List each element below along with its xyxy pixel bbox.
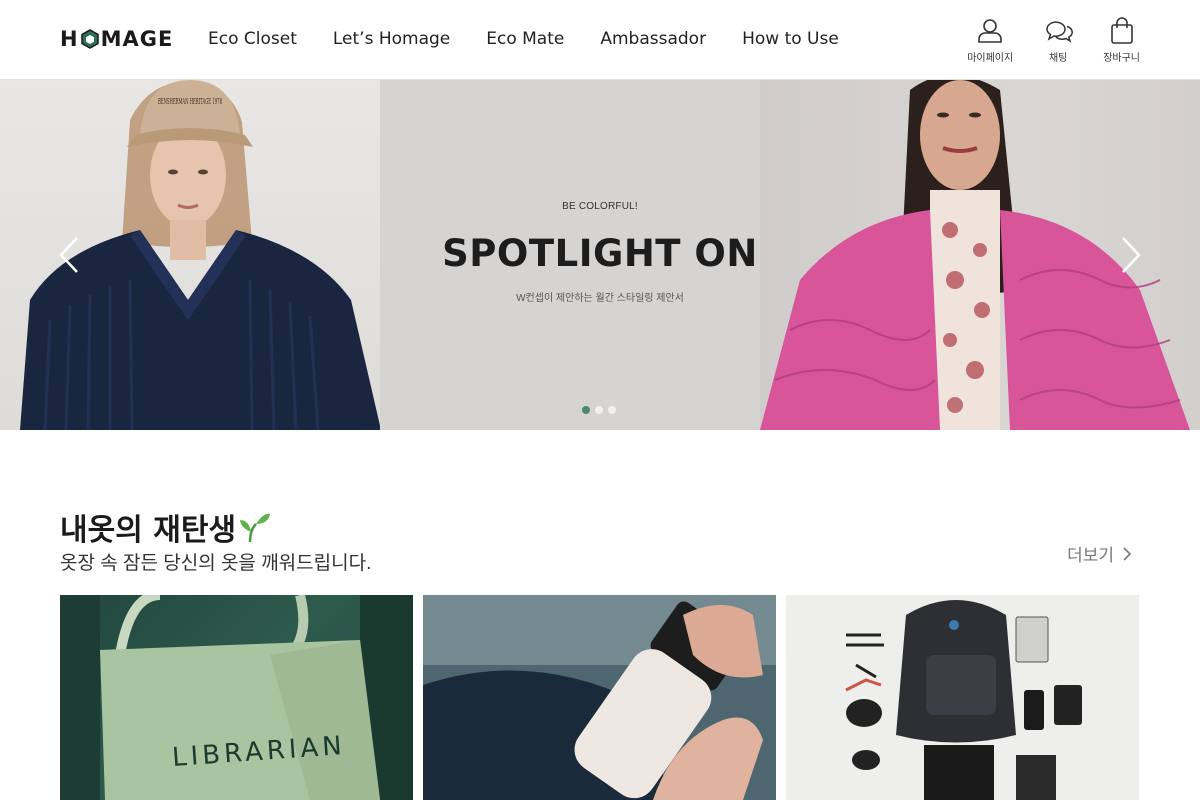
more-label: 더보기 <box>1067 546 1114 565</box>
main-nav: Eco Closet Let’s Homage Eco Mate Ambassa… <box>208 29 839 49</box>
cart-button[interactable]: 장바구니 <box>1103 16 1140 64</box>
sprout-icon <box>240 513 271 543</box>
chat-icon <box>1046 21 1074 43</box>
logo[interactable]: H MAGE <box>60 27 173 51</box>
banner-prev-button[interactable] <box>55 230 85 280</box>
chevron-left-icon <box>59 237 78 273</box>
mypage-button[interactable]: 마이페이지 <box>967 16 1013 64</box>
nav-ambassador[interactable]: Ambassador <box>600 29 706 49</box>
banner-eyebrow: BE COLORFUL! <box>562 201 638 212</box>
chat-button[interactable]: 채팅 <box>1043 16 1074 64</box>
product-card-bottle[interactable] <box>423 595 776 800</box>
hexagon-logo-icon <box>80 29 100 49</box>
mypage-label: 마이페이지 <box>967 53 1014 64</box>
section-title: 내옷의 재탄생 <box>60 505 272 549</box>
tote-bag-image <box>60 595 413 800</box>
chat-label: 채팅 <box>1048 53 1068 64</box>
user-icon <box>978 19 1002 43</box>
backpack-flatlay-image <box>786 595 1139 800</box>
pagination-dot-3[interactable] <box>608 406 616 414</box>
product-card-tote[interactable]: LIBRARIAN <box>60 595 413 800</box>
header-utilities: 마이페이지 채팅 장바구니 <box>967 16 1140 64</box>
banner-next-button[interactable] <box>1115 230 1145 280</box>
nav-lets-homage[interactable]: Let’s Homage <box>333 29 450 49</box>
section-subtitle: 옷장 속 잠든 당신의 옷을 깨워드립니다. <box>60 553 372 574</box>
site-header: H MAGE Eco Closet Let’s Homage Eco Mate … <box>0 0 1200 80</box>
product-card-backpack[interactable] <box>786 595 1139 800</box>
shopping-bag-icon <box>1110 17 1133 44</box>
banner-title: SPOTLIGHT ON <box>442 232 758 275</box>
hero-banner: BENSHERMAN HERITAGE 1978 BE COLORFUL! SP… <box>0 80 1200 430</box>
nav-eco-closet[interactable]: Eco Closet <box>208 29 297 49</box>
card-list: LIBRARIAN <box>60 595 1139 800</box>
nav-eco-mate[interactable]: Eco Mate <box>486 29 564 49</box>
water-bottle-image <box>423 595 776 800</box>
cap-text: BENSHERMAN HERITAGE 1978 <box>158 97 222 107</box>
more-link[interactable]: 더보기 <box>1067 541 1132 566</box>
nav-how-to-use[interactable]: How to Use <box>742 29 839 49</box>
chevron-right-icon <box>1123 546 1132 561</box>
banner-copy: BE COLORFUL! SPOTLIGHT ON W컨셉이 제안하는 월간 스… <box>380 80 820 430</box>
cart-label: 장바구니 <box>1103 53 1140 64</box>
banner-pagination <box>582 406 616 414</box>
chevron-right-icon <box>1122 237 1141 273</box>
logo-text-left: H <box>60 27 79 51</box>
banner-subtitle: W컨셉이 제안하는 월간 스타일링 제안서 <box>516 293 684 304</box>
pagination-dot-2[interactable] <box>595 406 603 414</box>
logo-text-right: MAGE <box>100 27 174 51</box>
pagination-dot-1[interactable] <box>582 406 590 414</box>
section-title-text: 내옷의 재탄생 <box>60 513 237 548</box>
